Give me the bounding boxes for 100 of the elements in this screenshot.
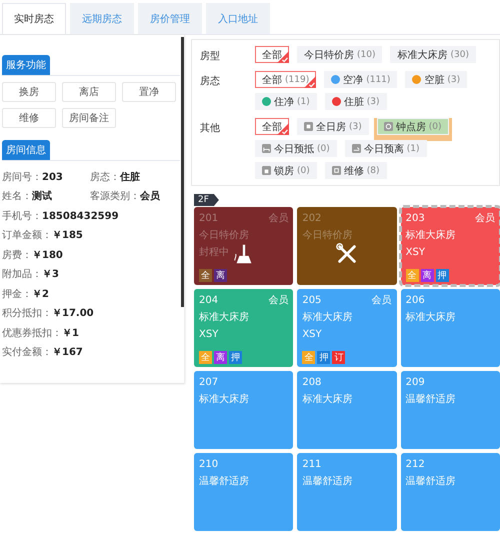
field-label: 房态： (90, 172, 120, 183)
filter-chip[interactable]: 空脏 (3) (405, 71, 468, 88)
section-title: 服务功能 (2, 55, 50, 75)
action-button[interactable]: 离店 (62, 82, 116, 102)
room-detail: 温馨舒适房 (302, 474, 352, 489)
filter-chip[interactable]: 今日预抵 (0) (255, 140, 337, 157)
field-label: 附加品： (2, 269, 42, 280)
room-number: 207 (199, 376, 218, 390)
field-label: 客源类别： (90, 191, 140, 202)
field-label: 房费： (2, 250, 32, 261)
status-tag: 押 (436, 269, 449, 282)
section-title: 房间信息 (2, 140, 50, 160)
field-label: 姓名： (2, 191, 32, 202)
status-tag: 全 (302, 351, 316, 364)
room-card[interactable]: 205 会员 标准大床房 XSY 全 押 订 (297, 289, 397, 367)
field-value: ￥2 (32, 288, 49, 300)
action-button[interactable]: 换房 (2, 82, 56, 102)
room-number: 208 (302, 376, 322, 390)
filter-label: 房型 (200, 50, 221, 63)
floor-label: 2F (194, 194, 219, 206)
room-number: 209 (406, 376, 425, 390)
room-detail: 今日特价房 (199, 228, 249, 243)
action-button[interactable]: 维修 (2, 108, 56, 128)
room-detail: 标准大床房 (406, 310, 456, 325)
field-value: ￥17.00 (52, 308, 94, 320)
field-label: 手机号： (2, 210, 42, 222)
filter-label: 房态 (200, 74, 221, 89)
status-tag: 全 (199, 351, 212, 364)
room-card[interactable]: 201 会员 今日特价房 封程中 全 离 (194, 207, 294, 285)
field-value: ￥3 (42, 269, 59, 280)
tile-icon (304, 122, 313, 131)
field-label: 房间号： (2, 172, 42, 183)
field-value: 测试 (32, 191, 52, 202)
room-detail: 温馨舒适房 (406, 474, 456, 489)
room-detail: 标准大床房 (406, 228, 456, 243)
status-tag: 押 (317, 351, 330, 364)
filter-chip[interactable]: 今日预离 (1) (344, 140, 426, 157)
filter-chip[interactable]: 维修 (8) (324, 162, 386, 179)
room-detail: 温馨舒适房 (406, 392, 456, 407)
room-number: 212 (406, 458, 425, 472)
field-value: ￥185 (52, 230, 83, 242)
field-value: 203 (42, 172, 63, 183)
field-value: ￥1 (62, 328, 79, 339)
filter-chip[interactable]: 空净 (111) (324, 71, 398, 88)
field-label: 订单金额： (2, 230, 52, 242)
field-label: 押金： (2, 288, 32, 300)
room-number: 203 (406, 212, 425, 226)
room-card[interactable]: 204 会员 标准大床房 XSY 全 离 押 (194, 289, 294, 367)
field-value: ￥180 (32, 250, 63, 261)
room-detail: 标准大床房 (302, 310, 352, 325)
member-label: 会员 (372, 294, 392, 308)
tile-icon (352, 144, 361, 153)
action-button[interactable]: 房间备注 (62, 108, 116, 128)
status-tag: 离 (420, 269, 434, 282)
field-label: 实付金额： (2, 347, 52, 358)
room-detail: XSY (302, 328, 322, 342)
member-label: 会员 (268, 294, 288, 308)
field-value: ￥167 (52, 347, 83, 358)
filter-chip[interactable]: 标准大床房 (30) (390, 46, 476, 63)
room-detail: 封程中 (199, 246, 229, 260)
status-tag: 全 (406, 269, 419, 282)
field-label: 积分抵扣： (2, 308, 52, 320)
tab[interactable]: 实时房态 (2, 3, 66, 34)
room-detail: XSY (406, 246, 425, 260)
room-number: 201 (199, 212, 218, 226)
room-card[interactable]: 203 会员 标准大床房 XSY 全 离 押 (400, 207, 500, 285)
filter-label: 其他 (200, 122, 221, 136)
room-number: 210 (199, 458, 218, 472)
room-number: 206 (406, 294, 425, 308)
room-detail: XSY (199, 328, 218, 342)
field-value: 会员 (140, 191, 160, 202)
tile-icon (332, 166, 341, 175)
filter-chip[interactable]: 锁房 (0) (255, 162, 317, 179)
filter-chip[interactable]: 住净 (1) (255, 93, 317, 110)
member-label: 会员 (475, 212, 495, 226)
status-tag: 离 (214, 269, 227, 282)
room-detail: 今日特价房 (302, 228, 352, 243)
action-button[interactable]: 置净 (122, 82, 176, 102)
field-value: 18508432599 (42, 210, 119, 222)
room-detail: 标准大床房 (199, 310, 249, 325)
tile-icon (262, 166, 271, 175)
filter-chip[interactable]: 全部 (255, 46, 289, 63)
status-tag: 押 (229, 351, 242, 364)
field-label: 优惠券抵扣： (2, 328, 62, 339)
field-value: 住脏 (120, 172, 140, 183)
status-tag: 订 (332, 351, 346, 364)
filter-chip[interactable]: 住脏 (3) (324, 93, 386, 110)
room-number: 202 (302, 212, 322, 226)
tile-icon (384, 122, 393, 131)
room-detail: 标准大床房 (302, 392, 352, 407)
filter-chip[interactable]: 今日特价房 (10) (297, 46, 382, 63)
room-number: 204 (199, 294, 218, 308)
room-number: 211 (302, 458, 322, 472)
tile-icon (262, 144, 271, 153)
filter-chip[interactable]: 全部 (255, 118, 289, 135)
filter-chip[interactable]: 全日房 (3) (297, 118, 369, 135)
filter-chip[interactable]: 全部 (119) (255, 71, 316, 88)
scrollbar[interactable] (181, 37, 184, 307)
room-detail: 温馨舒适房 (199, 474, 249, 489)
status-tag: 离 (214, 351, 227, 364)
